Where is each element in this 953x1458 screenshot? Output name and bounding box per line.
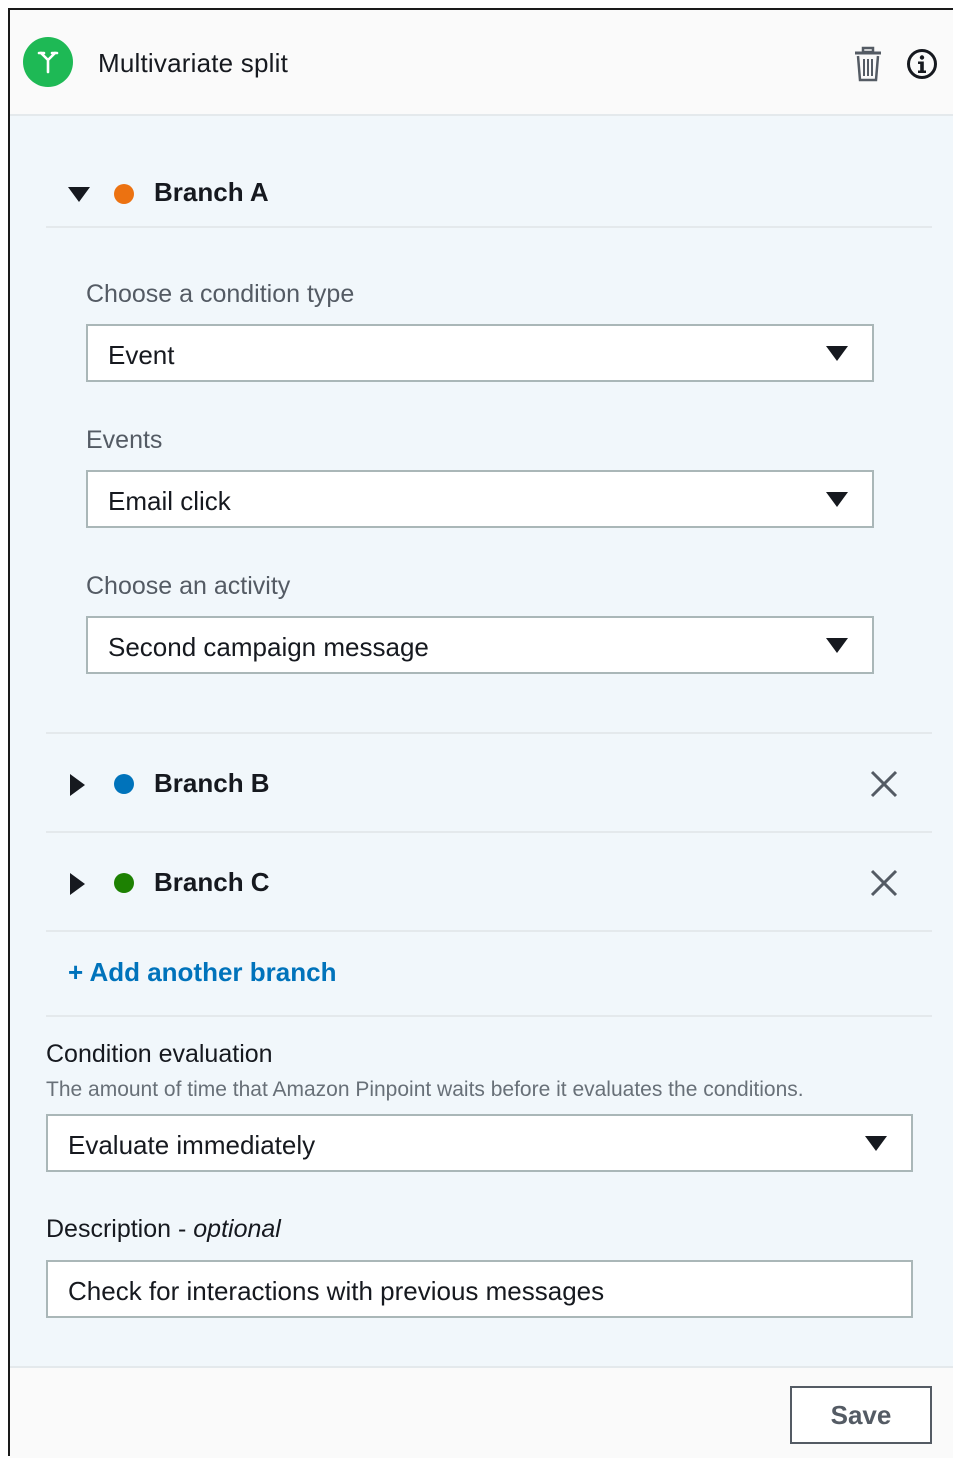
condition-type-label: Choose a condition type (86, 280, 355, 308)
description-label: Description - optional (46, 1215, 281, 1244)
activity-select[interactable]: Second campaign message (86, 616, 874, 674)
branch-a-header[interactable]: Branch A (46, 116, 932, 228)
info-button[interactable] (906, 48, 938, 80)
close-icon (870, 770, 898, 798)
dropdown-arrow-icon (826, 492, 848, 507)
description-value: Check for interactions with previous mes… (68, 1276, 605, 1306)
add-another-branch-link[interactable]: + Add another branch (68, 957, 336, 988)
trash-icon (855, 46, 881, 82)
close-icon (870, 869, 898, 897)
events-label: Events (86, 426, 163, 454)
branch-b-label: Branch B (154, 768, 270, 798)
branch-b-header[interactable]: Branch B (46, 734, 932, 833)
branch-a-label: Branch A (154, 177, 269, 207)
info-icon (907, 49, 937, 79)
condition-evaluation-value: Evaluate immediately (68, 1130, 316, 1160)
remove-branch-b-button[interactable] (869, 769, 899, 799)
condition-evaluation-label: Condition evaluation (46, 1040, 273, 1068)
activity-value: Second campaign message (108, 632, 429, 662)
divider (46, 1015, 932, 1017)
description-input[interactable]: Check for interactions with previous mes… (46, 1260, 913, 1318)
panel-footer: Save (10, 1366, 953, 1458)
branch-b-color-dot (114, 774, 134, 794)
caret-down-icon[interactable] (68, 187, 90, 208)
dropdown-arrow-icon (826, 346, 848, 361)
caret-right-icon[interactable] (70, 774, 86, 801)
branch-c-label: Branch C (154, 867, 270, 897)
dropdown-arrow-icon (865, 1136, 887, 1151)
panel-header: Multivariate split (10, 10, 953, 116)
branch-c-header[interactable]: Branch C (46, 833, 932, 932)
condition-type-select[interactable]: Event (86, 324, 874, 382)
remove-branch-c-button[interactable] (869, 868, 899, 898)
split-icon (23, 37, 73, 87)
save-button[interactable]: Save (790, 1386, 932, 1444)
multivariate-split-panel: Multivariate split Branch A Choose a con… (8, 8, 953, 1458)
panel-title: Multivariate split (98, 48, 288, 78)
condition-evaluation-hint: The amount of time that Amazon Pinpoint … (46, 1078, 804, 1101)
activity-label: Choose an activity (86, 572, 291, 600)
condition-evaluation-select[interactable]: Evaluate immediately (46, 1114, 913, 1172)
branch-c-color-dot (114, 873, 134, 893)
description-label-text: Description - (46, 1215, 194, 1243)
events-select[interactable]: Email click (86, 470, 874, 528)
description-optional-text: optional (193, 1215, 281, 1243)
delete-button[interactable] (853, 46, 883, 82)
condition-type-value: Event (108, 340, 175, 370)
caret-right-icon[interactable] (70, 873, 86, 900)
branch-a-color-dot (114, 184, 134, 204)
dropdown-arrow-icon (826, 638, 848, 653)
events-value: Email click (108, 486, 231, 516)
